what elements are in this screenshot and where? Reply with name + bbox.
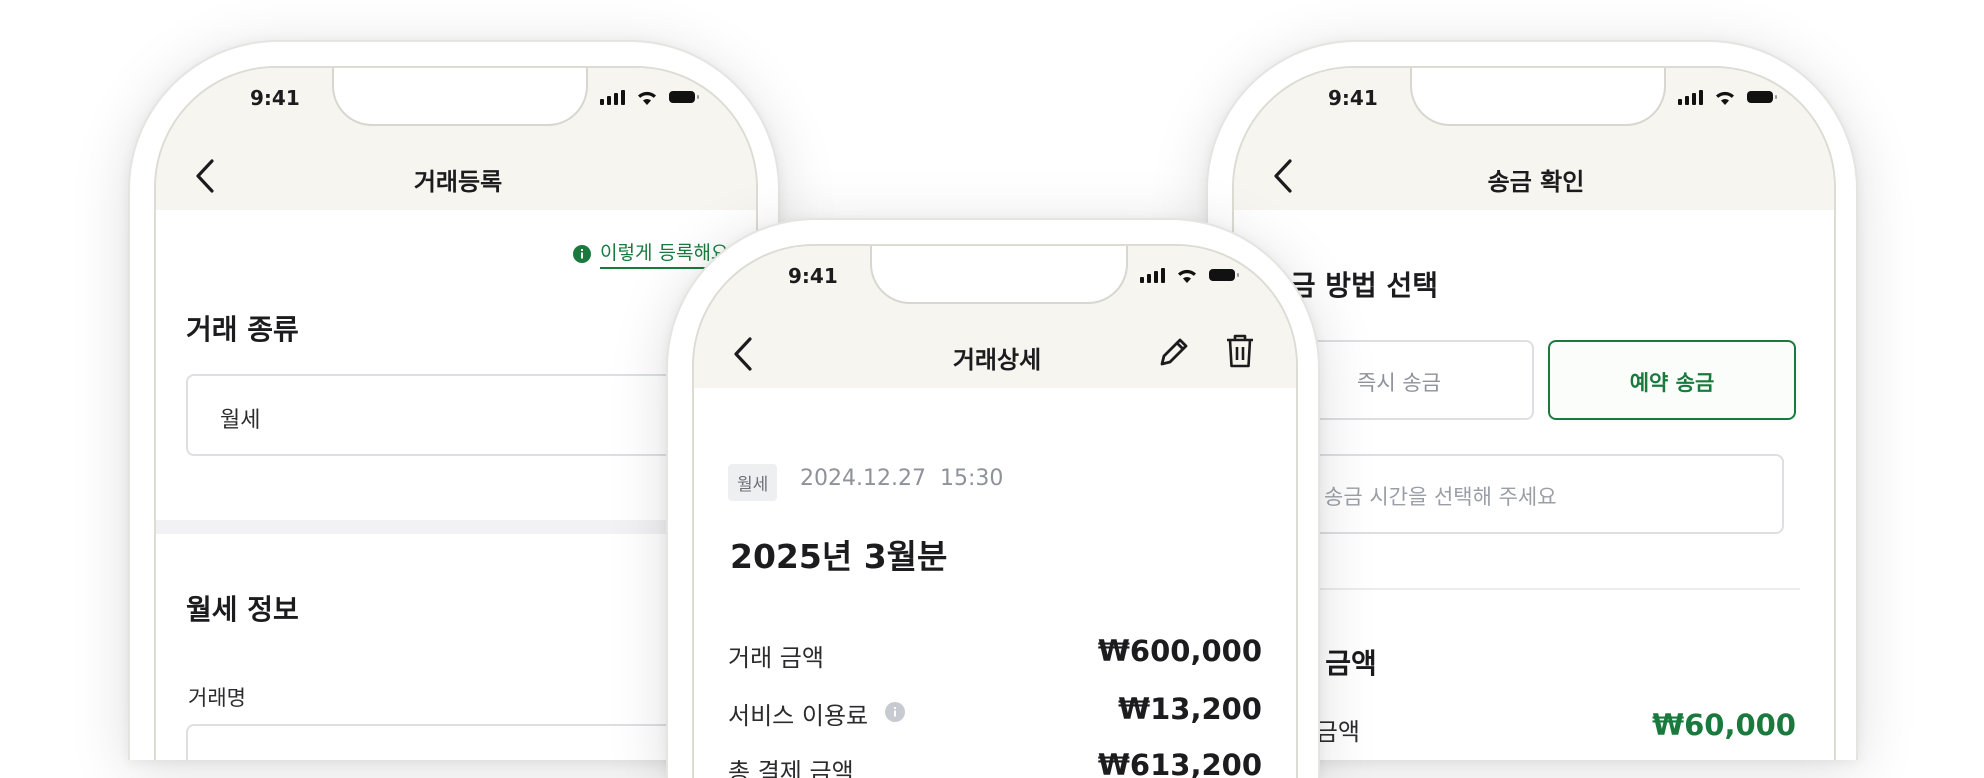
phone-transaction-detail: 9:41 거래상세 월세 2024.12.27 15:30 2025년 3월분 … xyxy=(666,218,1320,778)
wifi-icon xyxy=(638,91,656,105)
transaction-tag: 월세 xyxy=(728,464,778,501)
status-icons xyxy=(1140,266,1239,284)
battery-icon xyxy=(1209,269,1239,281)
type-select-value: 월세 xyxy=(220,408,261,433)
detail-row-label: 거래 금액 xyxy=(728,644,824,672)
edit-pencil-icon[interactable] xyxy=(1156,334,1192,370)
transaction-heading: 2025년 3월분 xyxy=(730,537,948,576)
status-time: 9:41 xyxy=(1328,86,1378,110)
info-icon[interactable] xyxy=(884,701,906,723)
status-time: 9:41 xyxy=(250,86,300,110)
status-icons xyxy=(1678,88,1777,106)
section-divider xyxy=(1264,588,1800,590)
amount-value: ₩60,000 xyxy=(1652,708,1796,742)
info-section-title: 월세 정보 xyxy=(186,593,299,626)
transfer-time-picker[interactable]: 송금 시간을 선택해 주세요 xyxy=(1264,454,1784,534)
name-label: 거래명 xyxy=(188,686,246,710)
notch xyxy=(1410,68,1666,126)
trash-icon[interactable] xyxy=(1224,332,1256,370)
detail-row-value: ₩613,200 xyxy=(1097,748,1262,778)
transfer-time-placeholder: 송금 시간을 선택해 주세요 xyxy=(1324,485,1557,509)
wifi-icon xyxy=(1178,269,1196,283)
scheduled-transfer-label: 예약 송금 xyxy=(1629,371,1715,395)
notch xyxy=(332,68,588,126)
screen-transfer-confirm: 9:41 송금 확인 송금 방법 선택 즉시 송금 예약 송금 송금 시간을 선… xyxy=(1232,66,1836,760)
screen-transaction-detail: 9:41 거래상세 월세 2024.12.27 15:30 2025년 3월분 … xyxy=(692,244,1298,778)
notch xyxy=(870,246,1128,304)
detail-row-label: 총 결제 금액 xyxy=(728,758,854,778)
signal-icon xyxy=(1140,267,1165,283)
page-title: 거래상세 xyxy=(952,346,1042,374)
detail-row-label: 서비스 이용료 xyxy=(728,702,869,730)
scheduled-transfer-option[interactable]: 예약 송금 xyxy=(1548,340,1796,420)
status-time: 9:41 xyxy=(788,264,838,288)
page-title: 거래등록 xyxy=(413,168,503,196)
page-title: 송금 확인 xyxy=(1487,168,1585,196)
detail-row-value: ₩13,200 xyxy=(1118,692,1262,726)
status-icons xyxy=(600,88,699,106)
battery-icon xyxy=(1747,91,1777,103)
detail-row-value: ₩600,000 xyxy=(1097,634,1262,668)
battery-icon xyxy=(669,91,699,103)
wifi-icon xyxy=(1716,91,1734,105)
transaction-datetime: 2024.12.27 15:30 xyxy=(800,466,1004,491)
type-section-title: 거래 종류 xyxy=(186,313,299,346)
signal-icon xyxy=(600,89,625,105)
info-icon xyxy=(573,244,591,263)
signal-icon xyxy=(1678,89,1703,105)
